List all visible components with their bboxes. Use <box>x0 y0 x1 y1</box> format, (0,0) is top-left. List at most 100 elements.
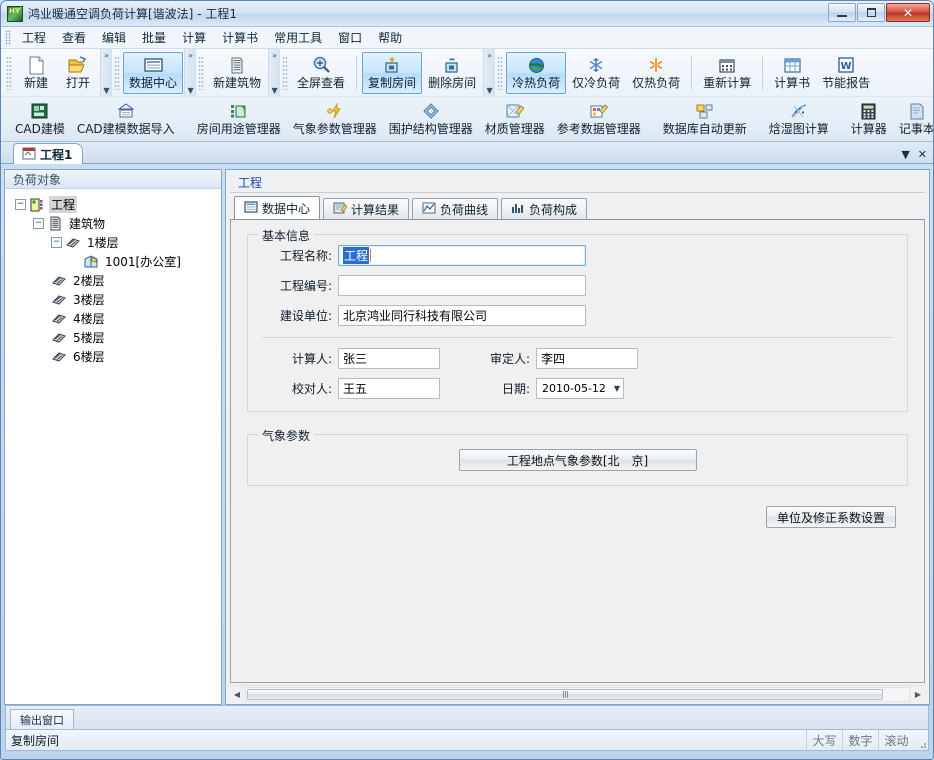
hscroll-grip-icon-3 <box>567 691 568 698</box>
weather-param-fieldset: 气象参数 工程地点气象参数[北 京] <box>247 434 908 486</box>
notepad-button[interactable]: 记事本 <box>893 98 934 140</box>
psychrometric-icon <box>790 102 808 121</box>
recalculate-button[interactable]: 重新计算 <box>697 52 757 94</box>
tree-node-floor-3[interactable]: 3楼层 <box>11 290 221 309</box>
data-center-icon <box>144 56 163 75</box>
cad-import-button[interactable]: CAD建模数据导入 <box>71 98 181 140</box>
tree-node-floor-4[interactable]: 4楼层 <box>11 309 221 328</box>
menu-item-edit[interactable]: 编辑 <box>94 26 134 49</box>
heat-load-only-button[interactable]: 仅热负荷 <box>626 52 686 94</box>
open-button[interactable]: 打开 <box>57 52 99 94</box>
project-panel-hscrollbar[interactable]: ◀ ▶ <box>229 685 926 702</box>
cool-load-only-button[interactable]: 仅冷负荷 <box>566 52 626 94</box>
calculator-input[interactable]: 张三 <box>338 348 440 369</box>
menu-item-project[interactable]: 工程 <box>14 26 54 49</box>
cool-heat-load-button[interactable]: 冷热负荷 <box>506 52 566 94</box>
toolbar-area: 新建 打开 »▼ 数据中心 »▼ <box>1 49 933 142</box>
toolbar-overflow-building[interactable]: »▼ <box>268 49 280 96</box>
tree-node-floor-2[interactable]: 2楼层 <box>11 271 221 290</box>
checker-input[interactable]: 王五 <box>338 378 440 399</box>
material-manager-button[interactable]: 材质管理器 <box>479 98 551 140</box>
new-building-button[interactable]: 新建筑物 <box>207 52 267 94</box>
room-usage-manager-button[interactable]: 房间用途管理器 <box>191 98 287 140</box>
cool-load-only-button-label: 仅冷负荷 <box>572 76 620 90</box>
toolbar-overflow-room[interactable]: »▼ <box>483 49 495 96</box>
energy-report-button[interactable]: W 节能报告 <box>816 52 876 94</box>
resize-grip-icon[interactable] <box>914 730 928 750</box>
reference-data-icon <box>590 102 608 121</box>
output-window-tab[interactable]: 输出窗口 <box>10 709 74 729</box>
close-icon[interactable]: ✕ <box>918 148 927 161</box>
calc-book-button[interactable]: 计算书 <box>768 52 816 94</box>
tree-expander-floor-1[interactable]: − <box>51 237 62 248</box>
reference-data-manager-button[interactable]: 参考数据管理器 <box>551 98 647 140</box>
tab-calc-result[interactable]: 计算结果 <box>323 198 409 219</box>
menu-item-tools[interactable]: 常用工具 <box>266 26 330 49</box>
load-object-tree[interactable]: − 工程 − 建筑物 − <box>5 189 221 704</box>
tree-expander-building[interactable]: − <box>33 218 44 229</box>
overflow-down-icon-3: ▼ <box>271 87 277 94</box>
tree-node-project-label: 工程 <box>49 196 77 213</box>
menu-item-calc-book[interactable]: 计算书 <box>214 26 266 49</box>
project-name-input[interactable]: 工程 <box>338 245 586 266</box>
tab-load-composition[interactable]: 负荷构成 <box>501 198 587 219</box>
cad-model-button[interactable]: CAD建模 <box>9 98 71 140</box>
tree-node-floor-6[interactable]: 6楼层 <box>11 347 221 366</box>
document-tab-strip: 工程1 ▼ ✕ <box>1 142 933 164</box>
overflow-more-icon-4: » <box>487 52 492 59</box>
menu-item-window[interactable]: 窗口 <box>330 26 370 49</box>
tree-node-floor-1[interactable]: − 1楼层 <box>11 233 221 252</box>
date-picker[interactable]: 2010-05-12 ▼ <box>536 378 624 399</box>
tree-expander-project[interactable]: − <box>15 199 26 210</box>
chevron-down-icon[interactable]: ▼ <box>901 148 909 161</box>
material-manager-icon <box>506 102 524 121</box>
scroll-left-arrow-icon[interactable]: ◀ <box>229 687 245 702</box>
toolbar-grip-icon-2[interactable] <box>114 56 120 90</box>
close-button[interactable]: ✕ <box>886 3 930 22</box>
floor-icon-5 <box>51 330 67 345</box>
maximize-button[interactable] <box>857 3 885 22</box>
data-center-button[interactable]: 数据中心 <box>123 52 183 94</box>
copy-room-button[interactable]: 复制房间 <box>362 52 422 94</box>
project-detail-panel: 工程 数据中心 计算结果 <box>225 169 930 705</box>
weather-param-manager-button[interactable]: 气象参数管理器 <box>287 98 383 140</box>
document-tab-project1[interactable]: 工程1 <box>13 143 83 164</box>
tree-node-project[interactable]: − 工程 <box>11 195 221 214</box>
menu-item-batch[interactable]: 批量 <box>134 26 174 49</box>
toolbar-grip-icon[interactable] <box>6 56 12 90</box>
reviewer-input[interactable]: 李四 <box>536 348 638 369</box>
toolbar-group-report: 计算书 W 节能报告 <box>767 49 877 96</box>
weather-param-button[interactable]: 工程地点气象参数[北 京] <box>459 449 697 471</box>
calculator-button[interactable]: 计算器 <box>845 98 893 140</box>
fullscreen-view-button[interactable]: 全屏查看 <box>291 52 351 94</box>
toolbar-grip-icon-4[interactable] <box>282 56 288 90</box>
tab-load-curve[interactable]: 负荷曲线 <box>412 198 498 219</box>
hscroll-track[interactable] <box>245 687 910 702</box>
menu-item-view[interactable]: 查看 <box>54 26 94 49</box>
tree-node-room-1001[interactable]: 1001[办公室] <box>11 252 221 271</box>
material-manager-label: 材质管理器 <box>485 122 545 136</box>
toolbar-grip-icon-3[interactable] <box>198 56 204 90</box>
toolbar-group-building: 新建筑物 <box>206 49 268 96</box>
toolbar-grip-icon-5[interactable] <box>497 56 503 90</box>
envelope-structure-manager-button[interactable]: 围护结构管理器 <box>383 98 479 140</box>
delete-room-button[interactable]: 删除房间 <box>422 52 482 94</box>
hscroll-thumb[interactable] <box>247 689 883 700</box>
db-auto-update-button[interactable]: 数据库自动更新 <box>657 98 753 140</box>
menu-item-help[interactable]: 帮助 <box>370 26 410 49</box>
menu-item-calculate[interactable]: 计算 <box>174 26 214 49</box>
psychrometric-button[interactable]: 焓湿图计算 <box>763 98 835 140</box>
tree-node-building[interactable]: − 建筑物 <box>11 214 221 233</box>
scroll-right-arrow-icon[interactable]: ▶ <box>910 687 926 702</box>
toolbar-overflow-data[interactable]: »▼ <box>184 49 196 96</box>
construction-unit-input[interactable]: 北京鸿业同行科技有限公司 <box>338 305 586 326</box>
minimize-button[interactable] <box>828 3 856 22</box>
window-controls: ✕ <box>828 3 930 22</box>
units-correction-settings-button[interactable]: 单位及修正系数设置 <box>766 506 896 528</box>
project-code-input[interactable] <box>338 275 586 296</box>
tree-node-floor-5[interactable]: 5楼层 <box>11 328 221 347</box>
new-button[interactable]: 新建 <box>15 52 57 94</box>
toolbar-overflow-file[interactable]: »▼ <box>100 49 112 96</box>
notepad-icon <box>909 102 925 121</box>
tab-data-center[interactable]: 数据中心 <box>234 196 320 219</box>
